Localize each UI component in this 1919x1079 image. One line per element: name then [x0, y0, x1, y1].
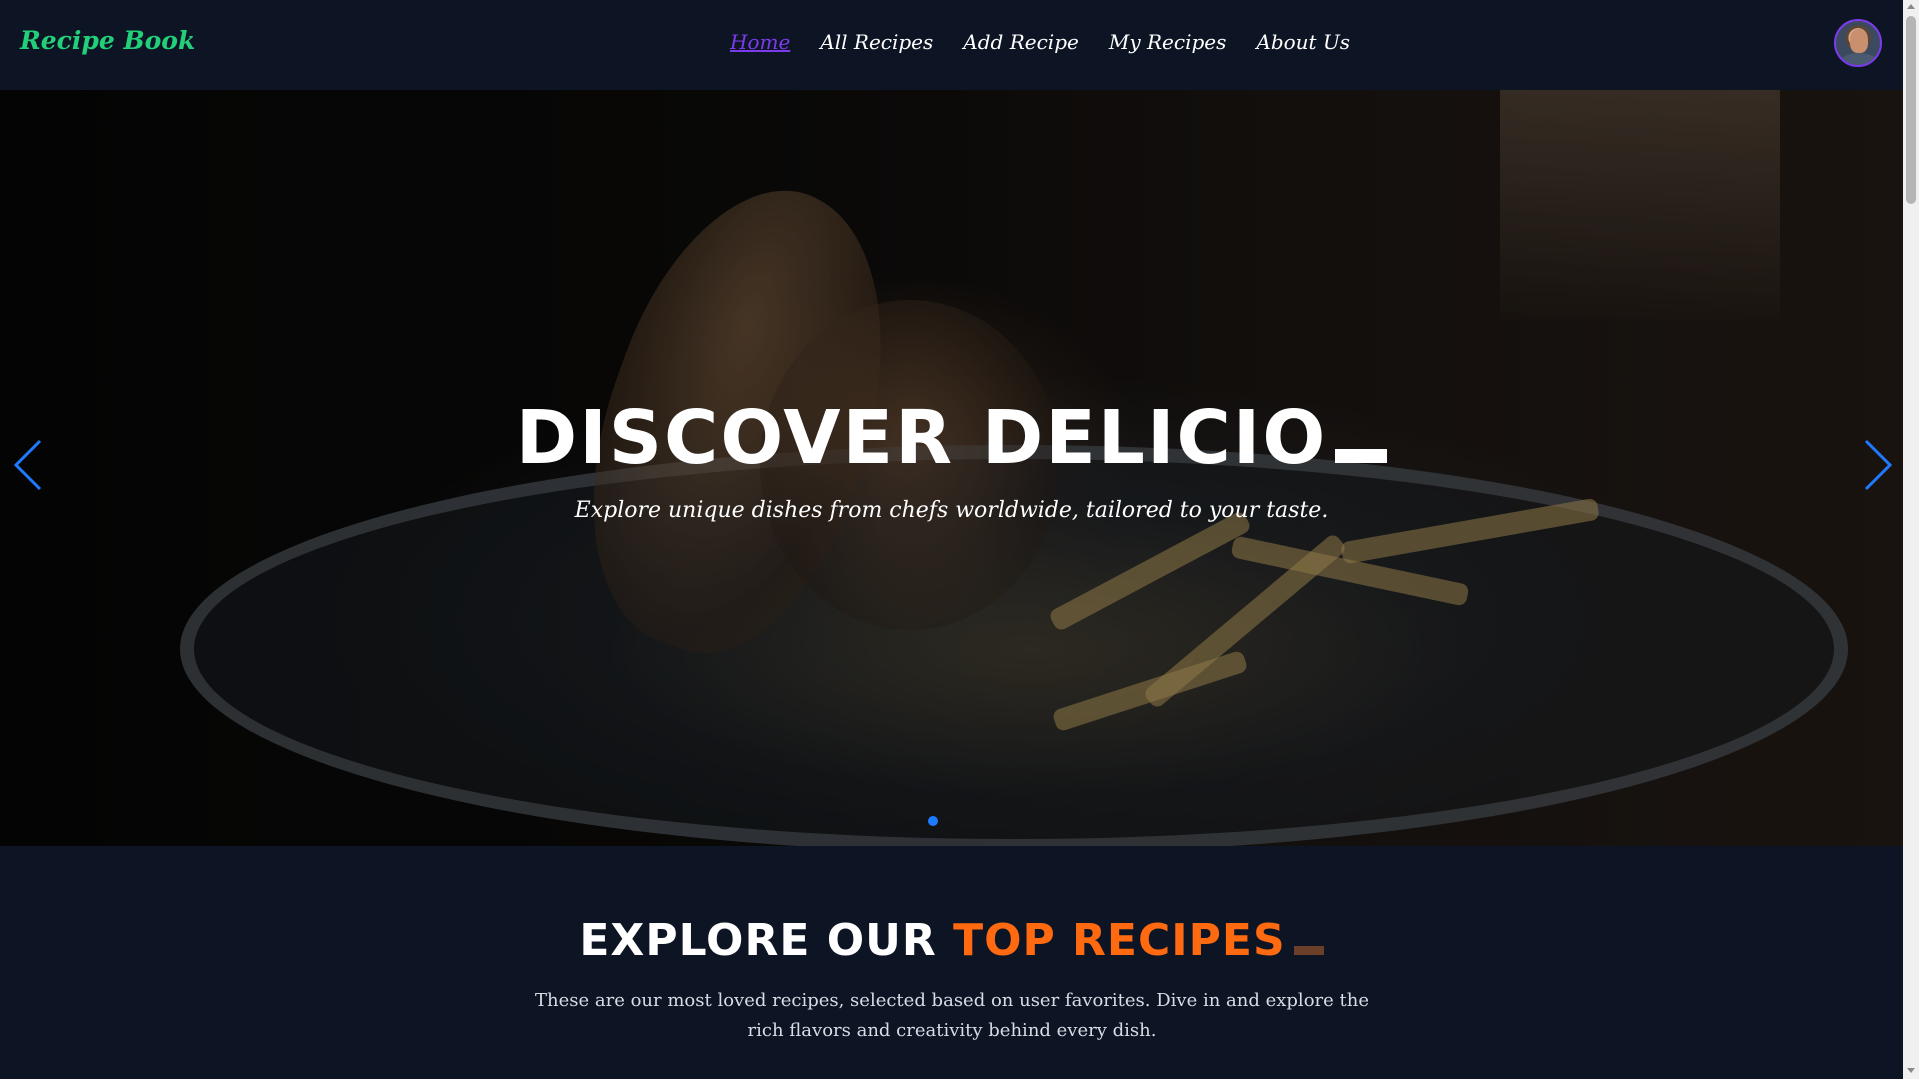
hero-title-text: DISCOVER DELICIO: [515, 395, 1328, 481]
hero-subtitle: Explore unique dishes from chefs worldwi…: [574, 498, 1329, 523]
brand-logo[interactable]: Recipe Book: [20, 26, 195, 55]
chevron-left-icon: [13, 439, 42, 491]
nav-link-home[interactable]: Home: [730, 30, 790, 54]
nav-links: Home All Recipes Add Recipe My Recipes A…: [730, 30, 1350, 54]
nav-link-about-us[interactable]: About Us: [1256, 30, 1350, 54]
avatar-shoulders: [1840, 53, 1878, 65]
page-scrollbar[interactable]: [1903, 0, 1919, 1079]
top-recipes-title-lead: EXPLORE OUR: [579, 915, 954, 966]
avatar-face: [1850, 29, 1868, 53]
nav-link-add-recipe[interactable]: Add Recipe: [963, 30, 1079, 54]
hero-title: DISCOVER DELICIO: [0, 395, 1903, 481]
top-recipes-description: These are our most loved recipes, select…: [535, 990, 1369, 1041]
chevron-right-icon: [1864, 439, 1893, 491]
nav-link-all-recipes[interactable]: All Recipes: [820, 30, 933, 54]
hero-carousel: DISCOVER DELICIO Explore unique dishes f…: [0, 90, 1903, 846]
typewriter-cursor: [1335, 449, 1388, 463]
typewriter-cursor: [1293, 946, 1324, 955]
user-avatar[interactable]: [1834, 19, 1882, 67]
carousel-pagination-dot[interactable]: [928, 816, 938, 826]
navbar: Recipe Book Home All Recipes Add Recipe …: [0, 0, 1903, 90]
carousel-prev-button[interactable]: [10, 435, 50, 495]
carousel-next-button[interactable]: [1856, 435, 1896, 495]
scroll-down-arrow-icon[interactable]: [1907, 1068, 1915, 1073]
top-recipes-title: EXPLORE OUR TOP RECIPES: [0, 915, 1903, 966]
scroll-up-arrow-icon[interactable]: [1907, 4, 1915, 9]
top-recipes-title-accent: TOP RECIPES: [953, 915, 1286, 966]
page: Recipe Book Home All Recipes Add Recipe …: [0, 0, 1919, 1079]
nav-link-my-recipes[interactable]: My Recipes: [1109, 30, 1227, 54]
scrollbar-thumb[interactable]: [1906, 16, 1916, 204]
